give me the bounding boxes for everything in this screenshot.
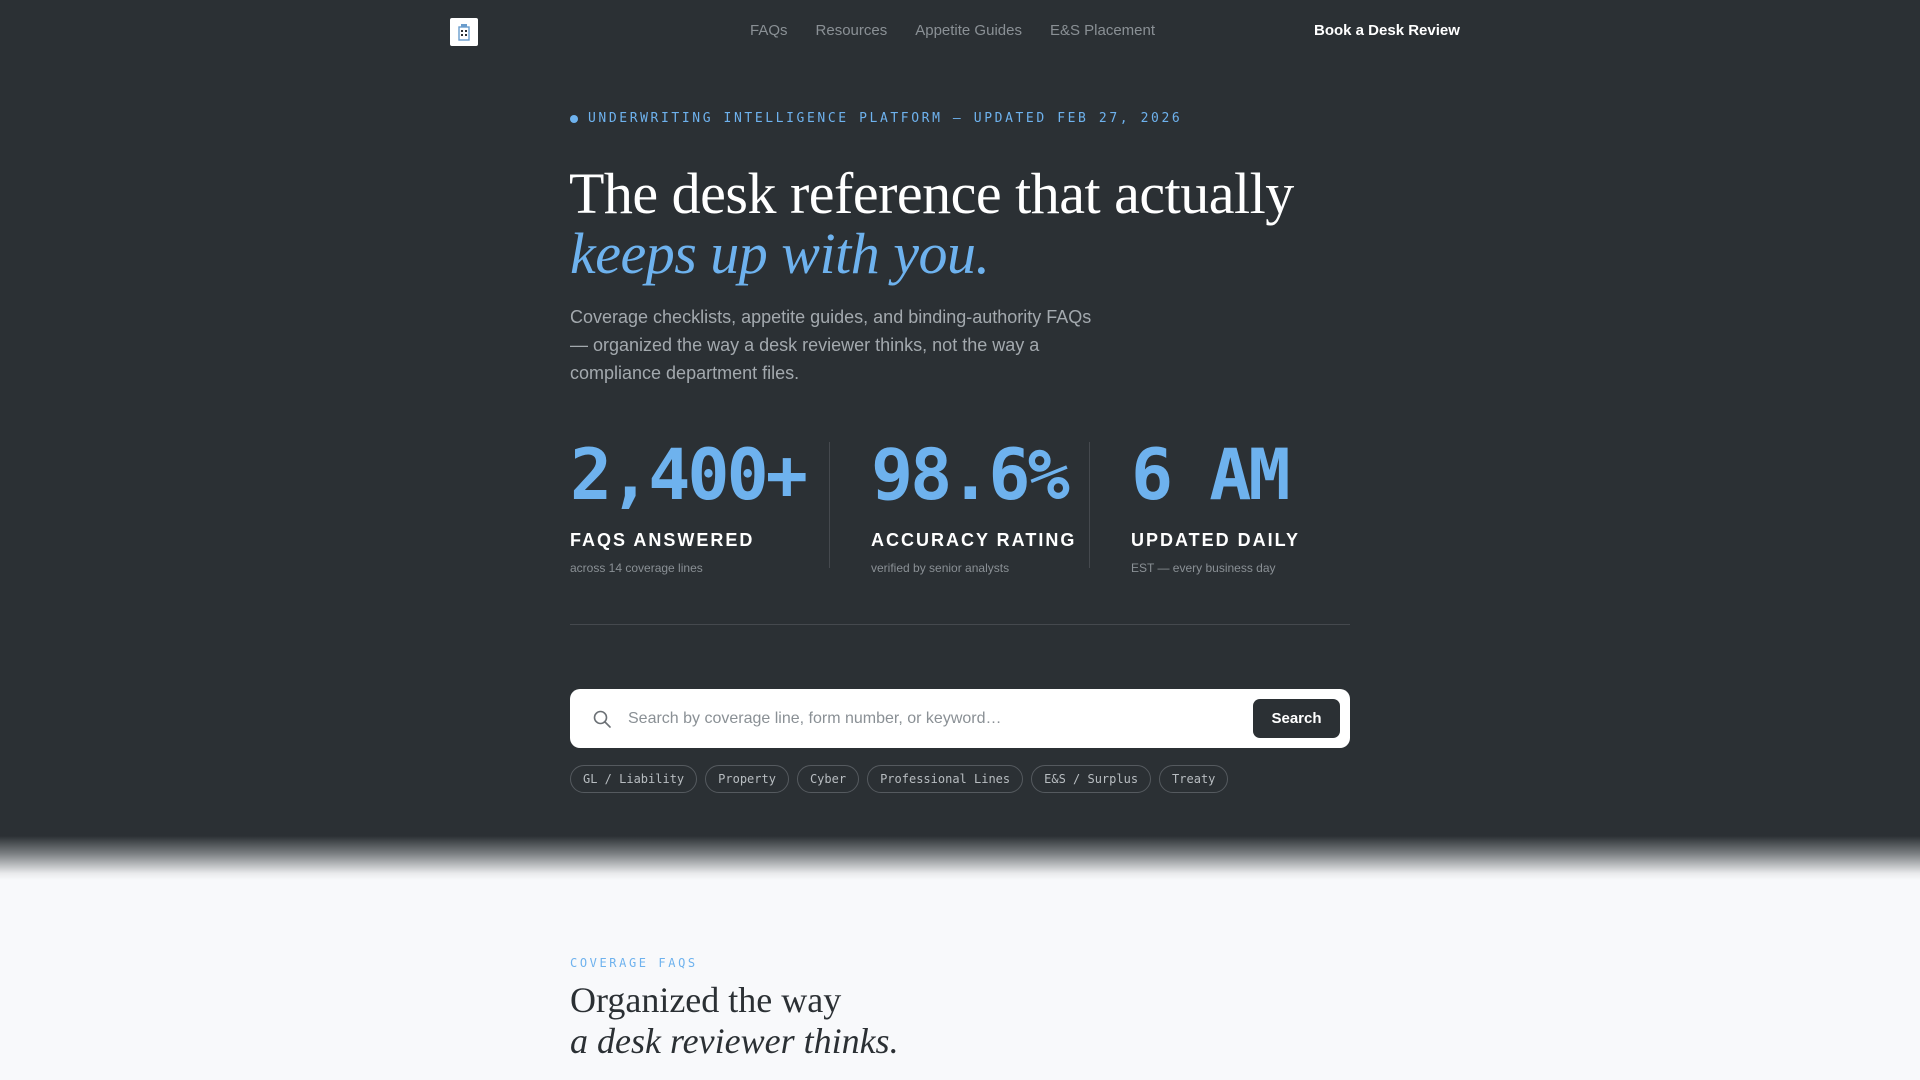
nav-link-faqs[interactable]: FAQs <box>750 22 788 39</box>
stat-value: 6 AM <box>1131 434 1291 516</box>
hero-eyebrow: UNDERWRITING INTELLIGENCE PLATFORM — UPD… <box>570 111 1182 126</box>
chip-professional-lines[interactable]: Professional Lines <box>867 765 1024 793</box>
status-dot-icon <box>570 114 578 123</box>
search-button[interactable]: Search <box>1253 699 1340 738</box>
search-input[interactable] <box>628 689 1188 748</box>
stat-updated: 6 AM UPDATED DAILY EST — every business … <box>1131 440 1300 575</box>
chip-cyber[interactable]: Cyber <box>796 765 860 793</box>
nav-link-es-placement[interactable]: E&S Placement <box>1050 22 1155 39</box>
nav-link-resources[interactable]: Resources <box>816 22 888 39</box>
main-nav: FAQs Resources Appetite Guides E&S Place… <box>750 22 1155 39</box>
stat-note: verified by senior analysts <box>871 561 1010 575</box>
hero-title-emphasis: keeps up with you. <box>570 221 990 286</box>
stat-faqs: 2,400+ FAQS ANSWERED across 14 coverage … <box>570 434 808 575</box>
search-bar: Search <box>570 689 1350 748</box>
chip-gl-liability[interactable]: GL / Liability <box>570 765 698 793</box>
chip-treaty[interactable]: Treaty <box>1159 765 1229 793</box>
stat-note: across 14 coverage lines <box>570 561 703 575</box>
section-title-emphasis: a desk reviewer thinks. <box>570 1021 899 1061</box>
nav-link-appetite-guides[interactable]: Appetite Guides <box>915 22 1022 39</box>
stat-divider <box>829 442 830 568</box>
hero-title: The desk reference that actually <box>569 161 1294 226</box>
stat-label: UPDATED DAILY <box>1131 530 1301 550</box>
book-desk-review-link[interactable]: Book a Desk Review <box>1314 22 1460 39</box>
divider <box>570 624 1350 625</box>
stat-note: EST — every business day <box>1131 561 1276 575</box>
chip-property[interactable]: Property <box>705 765 789 793</box>
section-title: Organized the way <box>570 980 842 1020</box>
stat-value: 2,400+ <box>570 434 808 516</box>
coverage-line-chips: GL / Liability Property Cyber Profession… <box>570 765 1229 793</box>
section-eyebrow: COVERAGE FAQS <box>570 956 698 970</box>
stat-label: ACCURACY RATING <box>871 530 1077 550</box>
stat-label: FAQS ANSWERED <box>570 530 755 550</box>
chip-es-surplus[interactable]: E&S / Surplus <box>1031 765 1152 793</box>
stat-divider <box>1089 442 1090 568</box>
logo[interactable] <box>450 18 478 46</box>
stat-accuracy: 98.6% ACCURACY RATING verified by senior… <box>871 440 1076 575</box>
building-icon <box>458 24 470 41</box>
search-icon <box>593 710 611 728</box>
section-fade <box>0 836 1920 880</box>
stat-value: 98.6% <box>871 434 1070 516</box>
hero-eyebrow-text: UNDERWRITING INTELLIGENCE PLATFORM — UPD… <box>588 111 1183 126</box>
hero-subtitle: Coverage checklists, appetite guides, an… <box>570 307 1092 383</box>
